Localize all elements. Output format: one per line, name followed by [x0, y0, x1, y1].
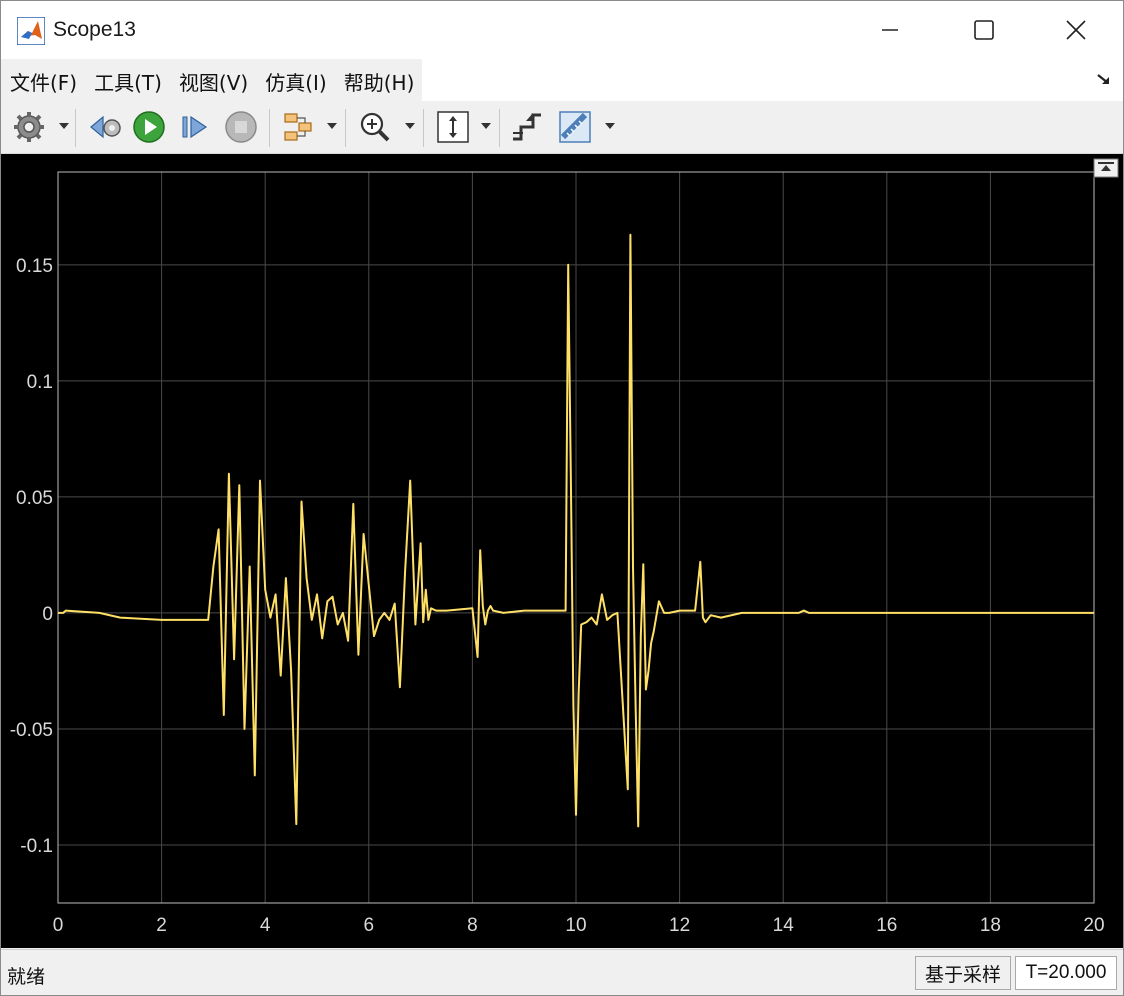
x-tick-label: 6: [364, 915, 375, 936]
menu-help[interactable]: 帮助(H): [335, 59, 423, 101]
menu-file[interactable]: 文件(F): [1, 59, 85, 101]
scope-axes[interactable]: 0 2 4 6 8 10 12 14 16 18 20 -0.1 -0.05 0 0.05 0.1 0.15: [1, 154, 1123, 948]
x-tick-label: 14: [773, 915, 795, 936]
menu-view[interactable]: 视图(V): [170, 59, 256, 101]
toolbar-separator: [345, 109, 346, 147]
x-tick-label: 2: [156, 915, 167, 936]
scale-axes-icon[interactable]: [435, 109, 471, 145]
toolbar-separator: [269, 109, 270, 147]
scope-display[interactable]: 0 2 4 6 8 10 12 14 16 18 20 -0.1 -0.05 0 0.05 0.1 0.15: [1, 154, 1123, 948]
zoom-dropdown-icon[interactable]: [405, 123, 415, 129]
title-bar[interactable]: Scope13: [1, 1, 1123, 59]
y-tick-label: 0.15: [16, 256, 53, 277]
maximize-button[interactable]: [937, 1, 1031, 59]
x-tick-label: 20: [1083, 915, 1104, 936]
measurements-icon[interactable]: [557, 109, 593, 145]
close-icon: [1066, 20, 1086, 40]
matlab-logo-icon: [17, 17, 45, 45]
simulation-time: T=20.000: [1015, 956, 1117, 990]
y-tick-label: -0.05: [10, 720, 53, 741]
step-forward-icon[interactable]: [177, 109, 213, 145]
maximize-icon: [974, 20, 994, 40]
settings-dropdown-icon[interactable]: [59, 123, 69, 129]
run-icon[interactable]: [131, 109, 167, 145]
minimize-button[interactable]: [843, 1, 937, 59]
x-tick-label: 10: [565, 915, 586, 936]
sample-mode-indicator: 基于采样: [915, 956, 1011, 990]
x-tick-label: 16: [876, 915, 897, 936]
toolbar-separator: [499, 109, 500, 147]
minimize-icon: [882, 29, 898, 31]
y-tick-label: 0.1: [27, 372, 53, 393]
measurements-dropdown-icon[interactable]: [605, 123, 615, 129]
restore-layout-icon[interactable]: [1093, 158, 1119, 178]
step-back-icon[interactable]: [87, 109, 123, 145]
x-tick-label: 18: [980, 915, 1001, 936]
menu-tools[interactable]: 工具(T): [85, 59, 170, 101]
menu-simulation[interactable]: 仿真(I): [256, 59, 335, 101]
y-tick-label: 0.05: [16, 488, 53, 509]
toolbar-separator: [75, 109, 76, 147]
y-tick-label: -0.1: [20, 836, 53, 857]
status-message: 就绪: [7, 966, 46, 988]
toolbar: [1, 101, 1123, 154]
stop-icon[interactable]: [223, 109, 259, 145]
menu-bar: 文件(F) 工具(T) 视图(V) 仿真(I) 帮助(H): [1, 59, 1123, 101]
triggers-icon[interactable]: [509, 109, 545, 145]
highlight-dropdown-icon[interactable]: [327, 123, 337, 129]
y-tick-label: 0: [42, 604, 53, 625]
status-bar: 就绪 基于采样 T=20.000: [1, 949, 1123, 995]
toolbar-separator: [423, 109, 424, 147]
x-tick-label: 12: [669, 915, 690, 936]
zoom-in-icon[interactable]: [357, 109, 393, 145]
x-tick-label: 4: [260, 915, 271, 936]
highlight-block-icon[interactable]: [281, 109, 317, 145]
scale-dropdown-icon[interactable]: [481, 123, 491, 129]
close-button[interactable]: [1029, 1, 1123, 59]
scope-window: Scope13 文件(F) 工具(T) 视图(V) 仿真(I) 帮助(H) 0 …: [0, 0, 1124, 996]
window-title: Scope13: [53, 18, 136, 41]
x-tick-label: 0: [53, 915, 64, 936]
undock-arrow-icon[interactable]: [1095, 71, 1113, 89]
settings-icon[interactable]: [11, 109, 47, 145]
x-tick-label: 8: [467, 915, 478, 936]
